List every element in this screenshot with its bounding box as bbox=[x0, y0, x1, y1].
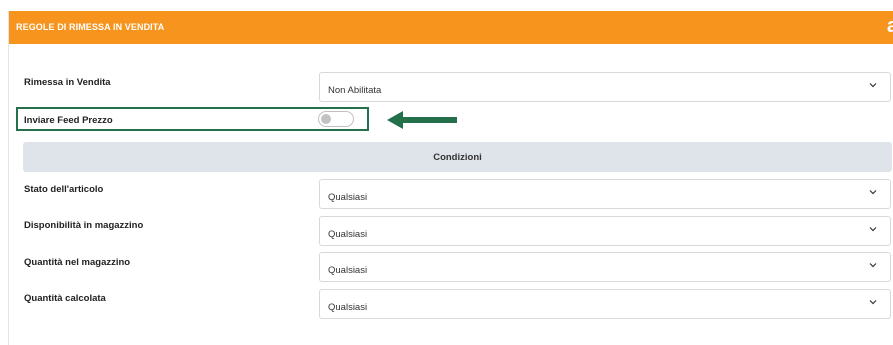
toggle-knob bbox=[321, 114, 331, 124]
calculated-quantity-select[interactable]: Qualsiasi bbox=[319, 289, 891, 319]
conditions-title: Condizioni bbox=[433, 152, 482, 163]
relist-rules-panel: REGOLE DI RIMESSA IN VENDITA a Rimessa i… bbox=[8, 11, 893, 345]
stock-availability-select[interactable]: Qualsiasi bbox=[319, 216, 891, 246]
amazon-logo-icon: a bbox=[886, 15, 893, 37]
relist-select-value: Non Abilitata bbox=[328, 85, 382, 96]
stock-availability-select-value: Qualsiasi bbox=[328, 229, 368, 240]
chevron-down-icon bbox=[869, 83, 877, 88]
condition-label-stock-quantity: Quantità nel magazzino bbox=[24, 257, 131, 268]
price-feed-toggle[interactable] bbox=[318, 111, 354, 127]
item-state-select-value: Qualsiasi bbox=[328, 192, 368, 203]
relist-label: Rimessa in Vendita bbox=[24, 77, 111, 88]
condition-label-calculated-quantity: Quantità calcolata bbox=[24, 293, 106, 304]
chevron-down-icon bbox=[869, 227, 877, 232]
condition-label-item-state: Stato dell'articolo bbox=[24, 184, 104, 195]
left-arrow-icon bbox=[387, 111, 457, 129]
stock-quantity-select-value: Qualsiasi bbox=[328, 265, 368, 276]
conditions-section-header: Condizioni bbox=[23, 142, 892, 172]
item-state-select[interactable]: Qualsiasi bbox=[319, 179, 891, 209]
panel-title: REGOLE DI RIMESSA IN VENDITA bbox=[16, 22, 165, 32]
stock-quantity-select[interactable]: Qualsiasi bbox=[319, 252, 891, 282]
calculated-quantity-select-value: Qualsiasi bbox=[328, 302, 368, 313]
chevron-down-icon bbox=[869, 190, 877, 195]
chevron-down-icon bbox=[869, 300, 877, 305]
condition-label-stock-availability: Disponibilità in magazzino bbox=[24, 220, 144, 231]
chevron-down-icon bbox=[869, 263, 877, 268]
panel-header: REGOLE DI RIMESSA IN VENDITA a bbox=[9, 11, 893, 44]
relist-select[interactable]: Non Abilitata bbox=[319, 72, 891, 102]
price-feed-label: Inviare Feed Prezzo bbox=[24, 115, 113, 126]
